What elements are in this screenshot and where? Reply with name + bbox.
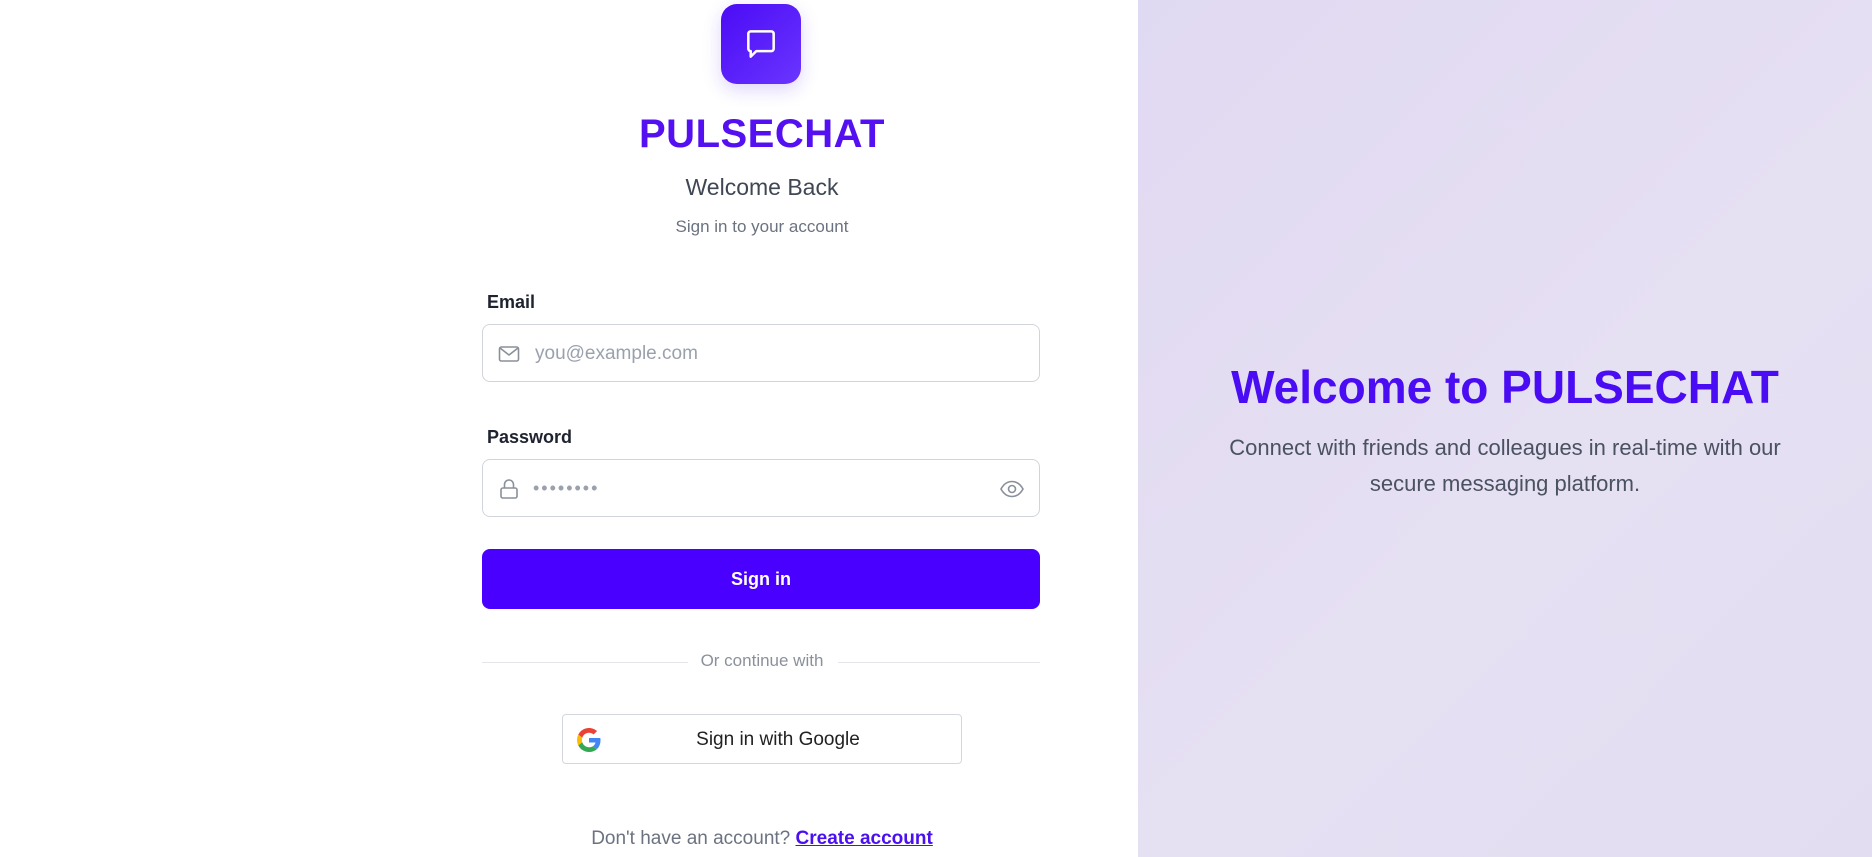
create-account-link[interactable]: Create account <box>796 828 933 849</box>
hero-description: Connect with friends and colleagues in r… <box>1229 435 1781 496</box>
email-input[interactable] <box>533 325 977 383</box>
chat-bubble-icon <box>747 30 775 58</box>
page-subtitle: Sign in to your account <box>675 217 849 236</box>
page-title: Welcome Back <box>685 174 839 200</box>
google-sign-in-button[interactable]: Sign in with Google <box>562 714 962 764</box>
footer-text: Don't have an account? Create account <box>0 828 1524 850</box>
password-input[interactable]: •••••••• <box>533 478 599 499</box>
hero-title: Welcome to PULSECHAT <box>1231 361 1779 413</box>
email-field-container[interactable] <box>482 324 1040 383</box>
password-field-container[interactable]: •••••••• <box>482 459 1040 517</box>
divider-text: Or continue with <box>700 651 824 670</box>
brand-name: PULSECHAT <box>639 112 885 156</box>
eye-icon[interactable] <box>999 477 1025 501</box>
app-logo <box>721 4 801 84</box>
google-sign-in-label: Sign in with Google <box>696 729 860 750</box>
password-label: Password <box>487 427 573 447</box>
footer-prompt: Don't have an account? <box>591 828 791 849</box>
email-label: Email <box>487 292 536 312</box>
sign-in-button[interactable]: Sign in <box>482 549 1040 609</box>
mail-icon <box>498 346 520 362</box>
lock-icon <box>500 479 518 499</box>
